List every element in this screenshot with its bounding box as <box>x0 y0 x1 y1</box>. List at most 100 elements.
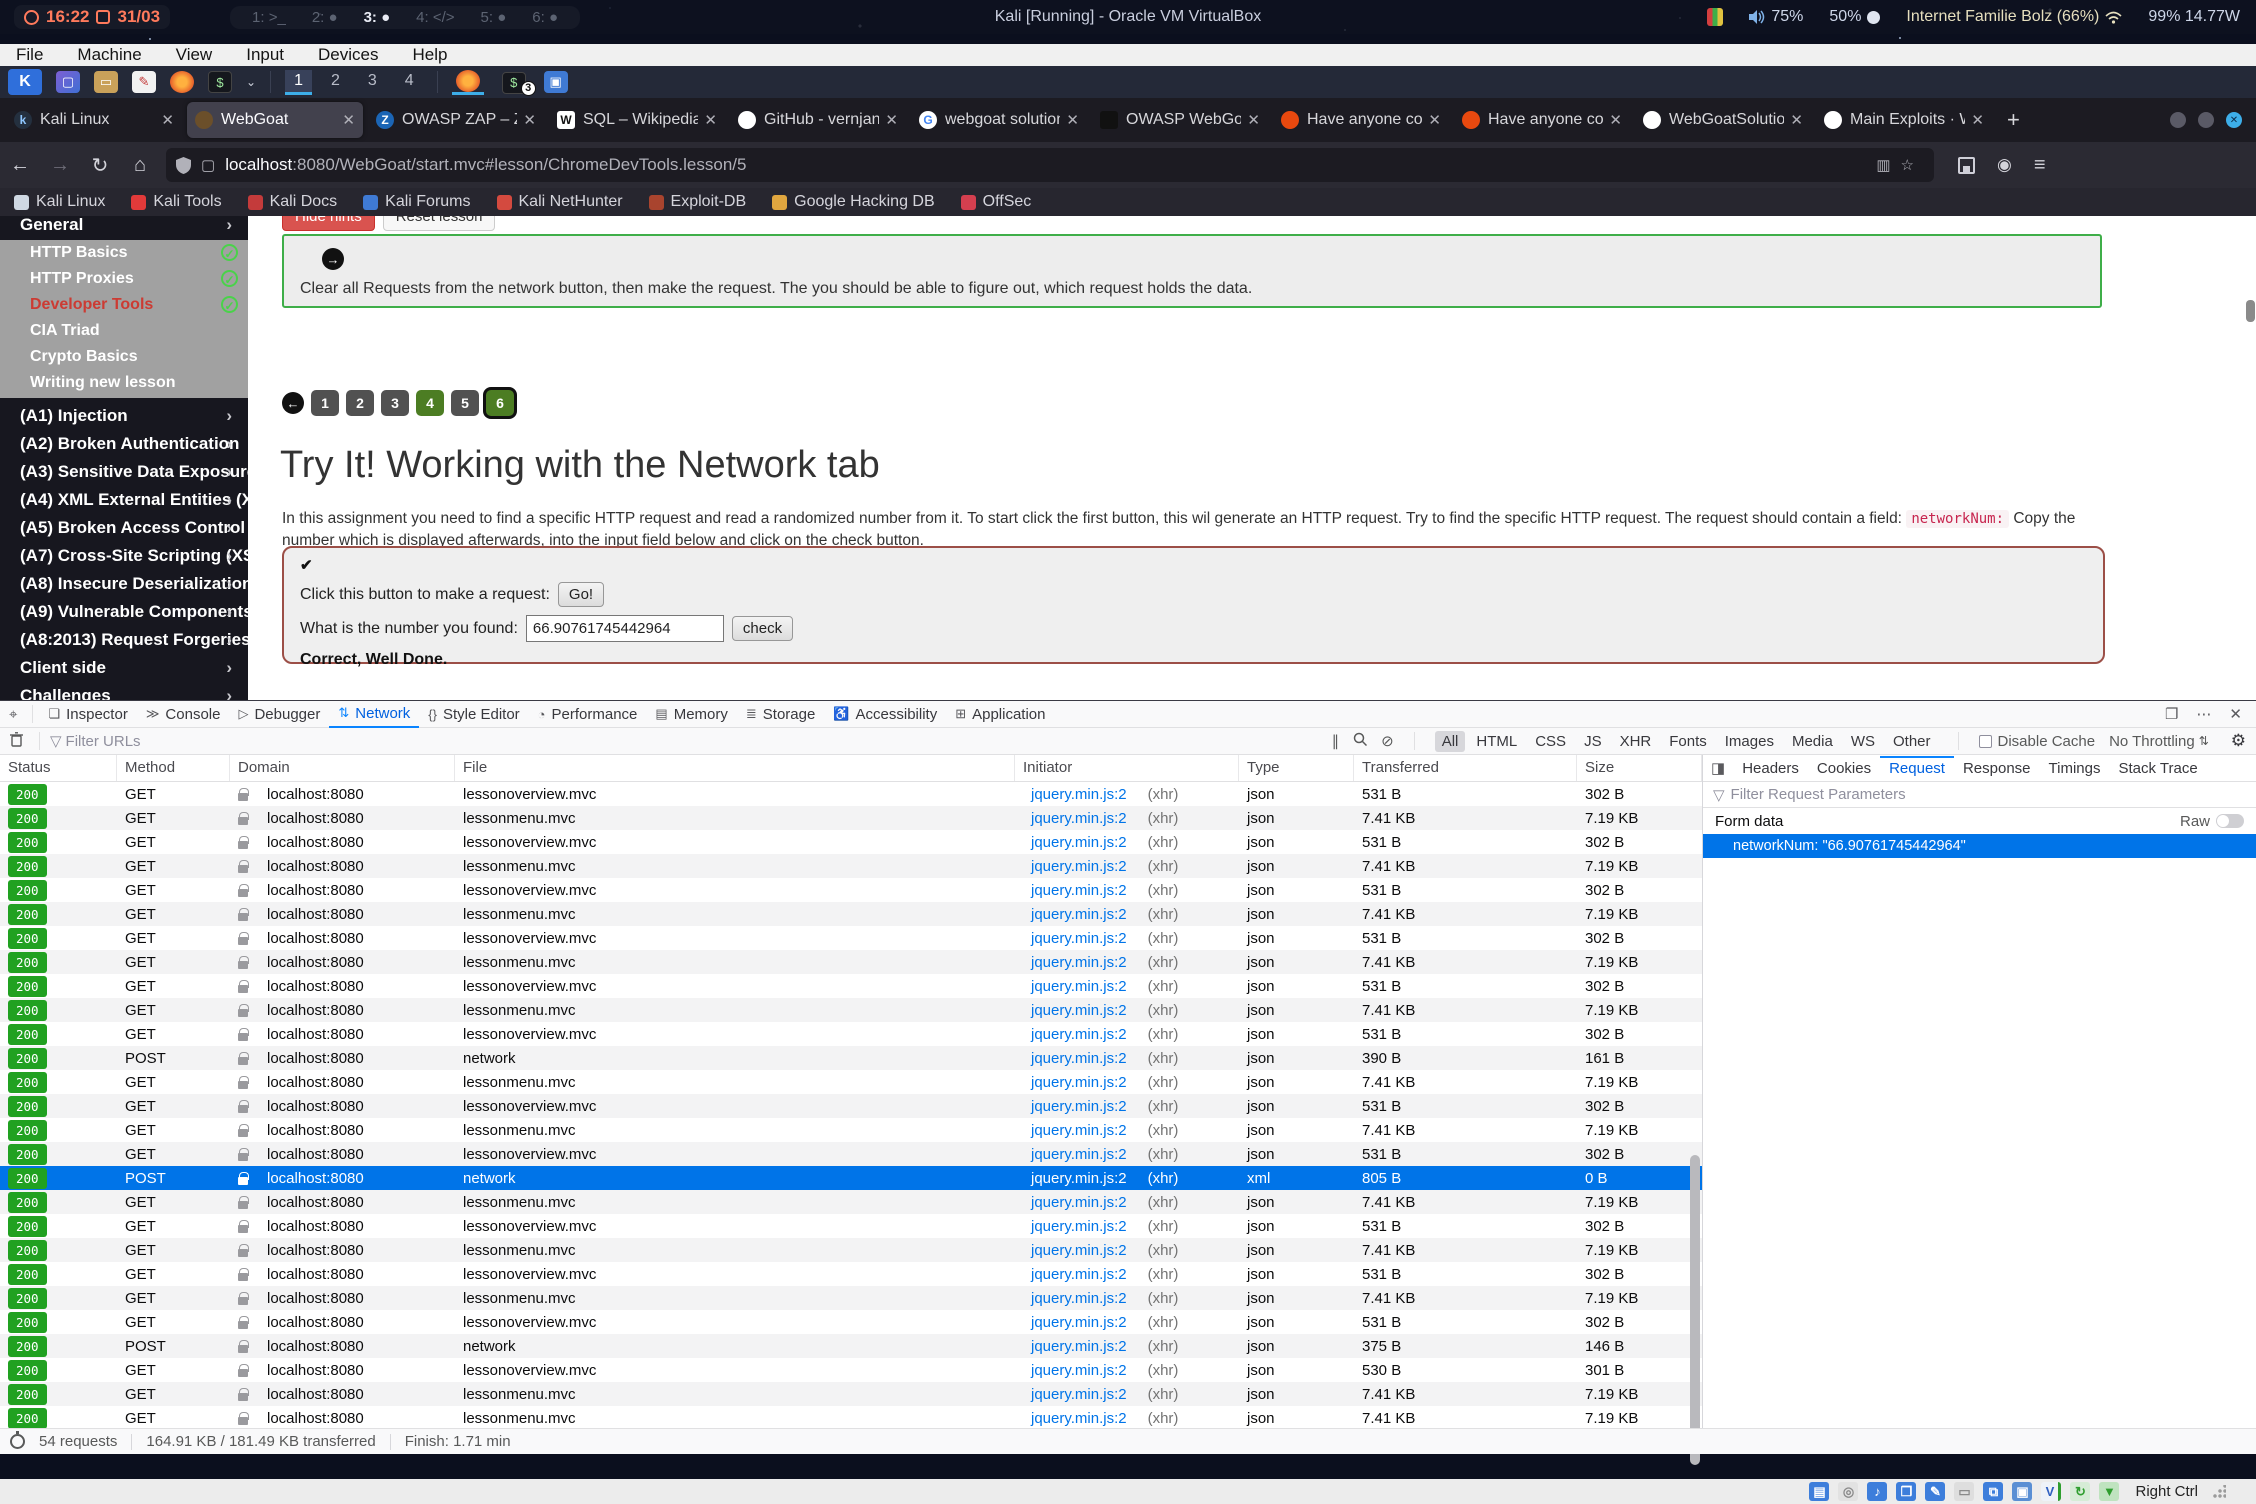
column-header-initiator[interactable]: Initiator <box>1015 755 1239 781</box>
search-icon[interactable] <box>1353 732 1367 750</box>
table-row[interactable]: 200GETlocalhost:8080lessonmenu.mvcjquery… <box>0 998 1702 1022</box>
panel-workspace[interactable]: 2: ● <box>312 9 338 26</box>
disable-cache-control[interactable]: Disable Cache <box>1979 733 2096 750</box>
taskbar-files-window[interactable]: ▣ <box>544 71 568 93</box>
raw-toggle[interactable] <box>2216 814 2244 828</box>
sidebar-lesson-item[interactable]: Developer Tools✓ <box>0 292 248 318</box>
browser-tab[interactable]: Gwebgoat solutions -✕ <box>911 102 1087 138</box>
table-row[interactable]: 200GETlocalhost:8080lessonmenu.mvcjquery… <box>0 950 1702 974</box>
disable-cache-checkbox[interactable] <box>1979 735 1992 748</box>
url-text[interactable]: localhost:8080/WebGoat/start.mvc#lesson/… <box>225 155 746 175</box>
vbox-menu-devices[interactable]: Devices <box>318 45 378 65</box>
tab-close-icon[interactable]: ✕ <box>1971 111 1984 129</box>
devtools-tab-console[interactable]: ≫Console <box>137 701 230 728</box>
table-row[interactable]: 200GETlocalhost:8080lessonoverview.mvcjq… <box>0 974 1702 998</box>
devtools-tab-storage[interactable]: ≣Storage <box>737 701 824 728</box>
panel-workspace[interactable]: 4: </> <box>416 9 454 26</box>
page-info-icon[interactable]: ▢ <box>201 156 215 174</box>
sidebar-category[interactable]: Challenges› <box>0 682 248 700</box>
panel-workspace[interactable]: 6: ● <box>532 9 558 26</box>
tab-close-icon[interactable]: ✕ <box>523 111 536 129</box>
network-widget[interactable]: Internet Familie Bolz (66%) <box>1906 8 2122 26</box>
previous-page-icon[interactable]: ← <box>282 392 304 414</box>
table-row[interactable]: 200GETlocalhost:8080lessonoverview.mvcjq… <box>0 830 1702 854</box>
bookmark-item[interactable]: Kali Docs <box>248 193 338 211</box>
check-button[interactable]: check <box>732 616 793 641</box>
initiator-link[interactable]: jquery.min.js:2 <box>1023 976 1135 997</box>
vbox-menu-view[interactable]: View <box>176 45 213 65</box>
details-tab-request[interactable]: Request <box>1880 756 1954 781</box>
display-icon[interactable]: ⧉ <box>1983 1482 2003 1501</box>
devtools-tab-network[interactable]: ⇅Network <box>329 701 419 728</box>
table-row[interactable]: 200GETlocalhost:8080lessonmenu.mvcjquery… <box>0 1286 1702 1310</box>
power-widget[interactable]: 99% 14.77W <box>2148 8 2240 26</box>
url-bar[interactable]: ▢ localhost:8080/WebGoat/start.mvc#lesso… <box>166 148 1934 182</box>
devtools-tab-inspector[interactable]: ❏Inspector <box>39 701 136 728</box>
table-row[interactable]: 200GETlocalhost:8080lessonoverview.mvcjq… <box>0 1214 1702 1238</box>
browser-tab[interactable]: WebGoatSolutions/S✕ <box>1635 102 1811 138</box>
text-editor-icon[interactable]: ✎ <box>132 71 156 93</box>
details-tab-stack-trace[interactable]: Stack Trace <box>2109 756 2206 781</box>
bookmark-item[interactable]: OffSec <box>961 193 1032 211</box>
bookmark-item[interactable]: Kali Forums <box>363 193 470 211</box>
shared-clipboard-icon[interactable]: ↻ <box>2070 1482 2090 1501</box>
details-tab-timings[interactable]: Timings <box>2040 756 2110 781</box>
initiator-link[interactable]: jquery.min.js:2 <box>1023 1216 1135 1237</box>
meatball-menu-icon[interactable]: ⋯ <box>2196 705 2211 723</box>
browser-tab[interactable]: WebGoat✕ <box>187 102 363 138</box>
initiator-link[interactable]: jquery.min.js:2 <box>1023 1024 1135 1045</box>
initiator-link[interactable]: jquery.min.js:2 <box>1023 1120 1135 1141</box>
devtools-tab-debugger[interactable]: ▷Debugger <box>229 701 329 728</box>
browser-tab[interactable]: Have anyone comple✕ <box>1273 102 1449 138</box>
tab-close-icon[interactable]: ✕ <box>1609 111 1622 129</box>
responsive-design-icon[interactable]: ❐ <box>2165 705 2178 723</box>
bookmark-item[interactable]: Kali NetHunter <box>497 193 623 211</box>
table-row[interactable]: 200POSTlocalhost:8080networkjquery.min.j… <box>0 1334 1702 1358</box>
column-header-method[interactable]: Method <box>117 755 230 781</box>
initiator-link[interactable]: jquery.min.js:2 <box>1023 1096 1135 1117</box>
type-filter-html[interactable]: HTML <box>1469 731 1524 752</box>
table-row[interactable]: 200GETlocalhost:8080lessonoverview.mvcjq… <box>0 1262 1702 1286</box>
resize-grip[interactable] <box>2212 1485 2226 1499</box>
recording-icon[interactable]: ▣ <box>2012 1482 2032 1501</box>
host-capture-icon[interactable]: ▼ <box>2099 1482 2119 1501</box>
initiator-link[interactable]: jquery.min.js:2 <box>1023 784 1135 805</box>
table-row[interactable]: 200GETlocalhost:8080lessonoverview.mvcjq… <box>0 782 1702 806</box>
audio-icon[interactable]: ♪ <box>1867 1482 1887 1501</box>
initiator-link[interactable]: jquery.min.js:2 <box>1023 928 1135 949</box>
table-row[interactable]: 200GETlocalhost:8080lessonoverview.mvcjq… <box>0 1022 1702 1046</box>
browser-tab[interactable]: WSQL – Wikipedia✕ <box>549 102 725 138</box>
type-filter-xhr[interactable]: XHR <box>1613 731 1659 752</box>
vbox-menu-file[interactable]: File <box>16 45 43 65</box>
filter-request-parameters-input[interactable] <box>1731 786 2131 803</box>
panel-workspace[interactable]: 1: >_ <box>252 9 286 26</box>
reader-mode-icon[interactable]: ▥ <box>1876 156 1890 174</box>
terminal-launcher-icon[interactable]: $ <box>208 71 232 93</box>
sidebar-category[interactable]: (A4) XML External Entities (XXE)› <box>0 486 248 514</box>
expand-panel-icon[interactable]: ◨ <box>1703 759 1733 777</box>
type-filter-other[interactable]: Other <box>1886 731 1938 752</box>
page-button-1[interactable]: 1 <box>311 390 339 416</box>
sidebar-item-general[interactable]: General› <box>0 216 248 240</box>
throttling-dropdown[interactable]: No Throttling⇅ <box>2109 733 2209 750</box>
type-filter-media[interactable]: Media <box>1785 731 1840 752</box>
go-button[interactable]: Go! <box>558 582 604 607</box>
har-timer-icon[interactable] <box>10 1434 25 1449</box>
sidebar-lesson-item[interactable]: Crypto Basics <box>0 344 248 370</box>
clear-requests-icon[interactable] <box>0 732 33 751</box>
type-filter-ws[interactable]: WS <box>1844 731 1882 752</box>
page-button-6[interactable]: 6 <box>486 390 514 416</box>
bookmark-star-icon[interactable]: ☆ <box>1901 156 1914 174</box>
table-row[interactable]: 200GETlocalhost:8080lessonoverview.mvcjq… <box>0 1358 1702 1382</box>
tab-close-icon[interactable]: ✕ <box>1428 111 1441 129</box>
browser-tab[interactable]: kKali Linux✕ <box>6 102 182 138</box>
browser-tab[interactable]: OWASP WebGoat: G✕ <box>1092 102 1268 138</box>
hard-disk-icon[interactable]: ▤ <box>1809 1482 1829 1501</box>
initiator-link[interactable]: jquery.min.js:2 <box>1023 904 1135 925</box>
sidebar-category[interactable]: (A1) Injection› <box>0 402 248 430</box>
sidebar-category[interactable]: (A8:2013) Request Forgeries› <box>0 626 248 654</box>
sidebar-category[interactable]: Client side› <box>0 654 248 682</box>
tracking-shield-icon[interactable] <box>176 157 191 174</box>
column-header-file[interactable]: File <box>455 755 1015 781</box>
tab-close-icon[interactable]: ✕ <box>1066 111 1079 129</box>
